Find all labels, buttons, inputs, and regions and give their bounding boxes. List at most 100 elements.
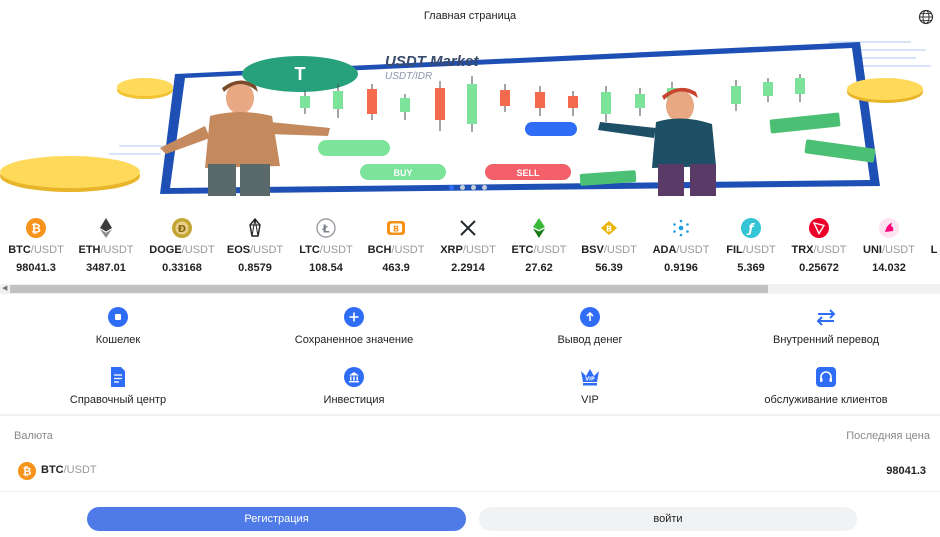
ticker-base: UNI <box>863 244 882 256</box>
ticker-item-btc[interactable]: ₿ BTC/USDT 98041.3 <box>0 214 72 274</box>
market-table-header: Валюта Последняя цена <box>0 430 940 446</box>
register-button[interactable]: Регистрация <box>87 507 466 531</box>
carousel-dot-3[interactable] <box>471 185 476 190</box>
ticker-price: 14.032 <box>872 262 906 274</box>
ticker-quote: /USDT <box>676 244 710 256</box>
tron-icon <box>809 218 829 238</box>
table-row[interactable]: ₿ BTC/USDT 98041.3 <box>0 456 940 488</box>
wallet-icon <box>108 307 128 327</box>
ticker-item-xrp[interactable]: XRP/USDT 2.2914 <box>432 214 504 274</box>
ticker-base: EOS <box>226 244 251 256</box>
ticker-item-bch[interactable]: B BCH/USDT 463.9 <box>360 214 432 274</box>
svg-text:B: B <box>606 225 612 234</box>
ticker-price: 5.369 <box>737 262 765 274</box>
row-base: BTC <box>41 464 64 476</box>
svg-text:B: B <box>393 225 399 234</box>
action-transfer[interactable]: Внутренний перевод <box>711 306 940 346</box>
eos-icon <box>249 218 261 237</box>
action-customer-service[interactable]: обслуживание клиентов <box>711 366 940 406</box>
promo-banner[interactable]: T USDT Market USDT/IDR BUY SELL <box>0 36 940 196</box>
carousel-dots <box>449 185 487 190</box>
ticker-item-ada[interactable]: ADA/USDT 0.9196 <box>645 214 717 274</box>
ticker-base: BTC <box>8 244 31 256</box>
ticker-quote: /USDT <box>462 244 496 256</box>
carousel-dot-2[interactable] <box>460 185 465 190</box>
ticker-price: 0.8579 <box>238 262 272 274</box>
ethereum-classic-icon <box>533 218 545 238</box>
ticker-price: 0.33168 <box>162 262 202 274</box>
action-withdraw[interactable]: Вывод денег <box>475 306 705 346</box>
ticker-item-bsv[interactable]: B BSV/USDT 56.39 <box>573 214 645 274</box>
ticker-quote: /USDT <box>30 244 64 256</box>
ticker-price: 108.54 <box>309 262 343 274</box>
xrp-icon <box>460 220 476 236</box>
action-label: обслуживание клиентов <box>764 394 888 406</box>
partial-coin-icon <box>924 218 940 238</box>
action-investment[interactable]: Инвестиция <box>239 366 469 406</box>
globe-icon[interactable] <box>918 9 934 25</box>
ticker-base: L <box>930 244 938 256</box>
ticker-item-etc[interactable]: ETC/USDT 27.62 <box>503 214 575 274</box>
bank-icon <box>344 367 364 387</box>
banner-subtitle: USDT/IDR <box>385 71 432 82</box>
svg-text:VIP: VIP <box>585 377 595 383</box>
carousel-dot-4[interactable] <box>482 185 487 190</box>
ticker-base: BSV <box>581 244 604 256</box>
currency-column-header: Валюта <box>14 430 53 442</box>
ticker-item-trx[interactable]: TRX/USDT 0.25672 <box>783 214 855 274</box>
last-price-column-header: Последняя цена <box>846 430 930 442</box>
ticker-scrollbar[interactable]: ◀ <box>0 284 940 294</box>
ticker-base: ETH <box>78 244 101 256</box>
scroll-left-arrow-icon[interactable]: ◀ <box>2 285 7 293</box>
ticker-item-eos[interactable]: EOS/USDT 0.8579 <box>219 214 291 274</box>
action-label: Внутренний перевод <box>772 334 879 346</box>
ticker-item-ltc[interactable]: Ł LTC/USDT 108.54 <box>290 214 362 274</box>
ticker-item-doge[interactable]: Ð DOGE/USDT 0.33168 <box>146 214 218 274</box>
ticker-item-eth[interactable]: ETH/USDT 3487.01 <box>70 214 142 274</box>
headset-icon <box>816 367 836 387</box>
row-last-price: 98041.3 <box>886 465 926 477</box>
ticker-base: LTC <box>299 244 320 256</box>
svg-text:Ł: Ł <box>321 223 329 236</box>
document-icon <box>111 367 125 387</box>
bitcoin-icon: ₿ <box>26 218 46 238</box>
banner-illustration: T USDT Market USDT/IDR BUY SELL <box>0 41 931 196</box>
svg-text:₿: ₿ <box>23 465 32 478</box>
arrow-up-icon <box>580 307 600 327</box>
ethereum-icon <box>100 218 112 238</box>
action-wallet[interactable]: Кошелек <box>3 306 233 346</box>
action-help-center[interactable]: Справочный центр <box>3 366 233 406</box>
ticker-quote: /USDT <box>250 244 284 256</box>
svg-text:₿: ₿ <box>31 222 41 236</box>
ticker-price: 0.25672 <box>799 262 839 274</box>
row-divider <box>0 491 940 492</box>
svg-text:T: T <box>295 64 306 84</box>
app-header: Главная страница <box>0 0 940 36</box>
banner-sell-label: SELL <box>516 168 540 178</box>
login-button[interactable]: войти <box>479 507 857 531</box>
ticker-quote: /USDT <box>533 244 567 256</box>
ticker-price: 3487.01 <box>86 262 126 274</box>
action-label: VIP <box>581 394 599 406</box>
ticker-base: XRP <box>440 244 463 256</box>
ticker-price: 463.9 <box>382 262 410 274</box>
ticker-price: 56.39 <box>595 262 623 274</box>
action-label: Справочный центр <box>69 394 167 406</box>
carousel-dot-1[interactable] <box>449 185 454 190</box>
filecoin-icon: ƒ <box>741 218 761 238</box>
scroll-thumb[interactable] <box>10 285 768 293</box>
ticker-item-fil[interactable]: ƒ FIL/USDT 5.369 <box>715 214 787 274</box>
bitcoin-icon: ₿ <box>18 462 36 480</box>
banner-buy-label: BUY <box>393 168 412 178</box>
ticker-item-partial[interactable]: L <box>898 214 940 256</box>
market-ticker: ₿ BTC/USDT 98041.3 ETH/USDT 3487.01 Ð DO… <box>0 214 940 284</box>
plus-icon <box>344 307 364 327</box>
section-divider <box>0 414 940 416</box>
ticker-quote: /USDT <box>100 244 134 256</box>
ticker-base: DOGE <box>149 244 182 256</box>
action-vip[interactable]: VIP VIP <box>475 366 705 406</box>
action-label: Вывод денег <box>557 334 623 346</box>
action-deposit[interactable]: Сохраненное значение <box>239 306 469 346</box>
ticker-base: BCH <box>367 244 392 256</box>
uniswap-icon <box>879 218 899 238</box>
